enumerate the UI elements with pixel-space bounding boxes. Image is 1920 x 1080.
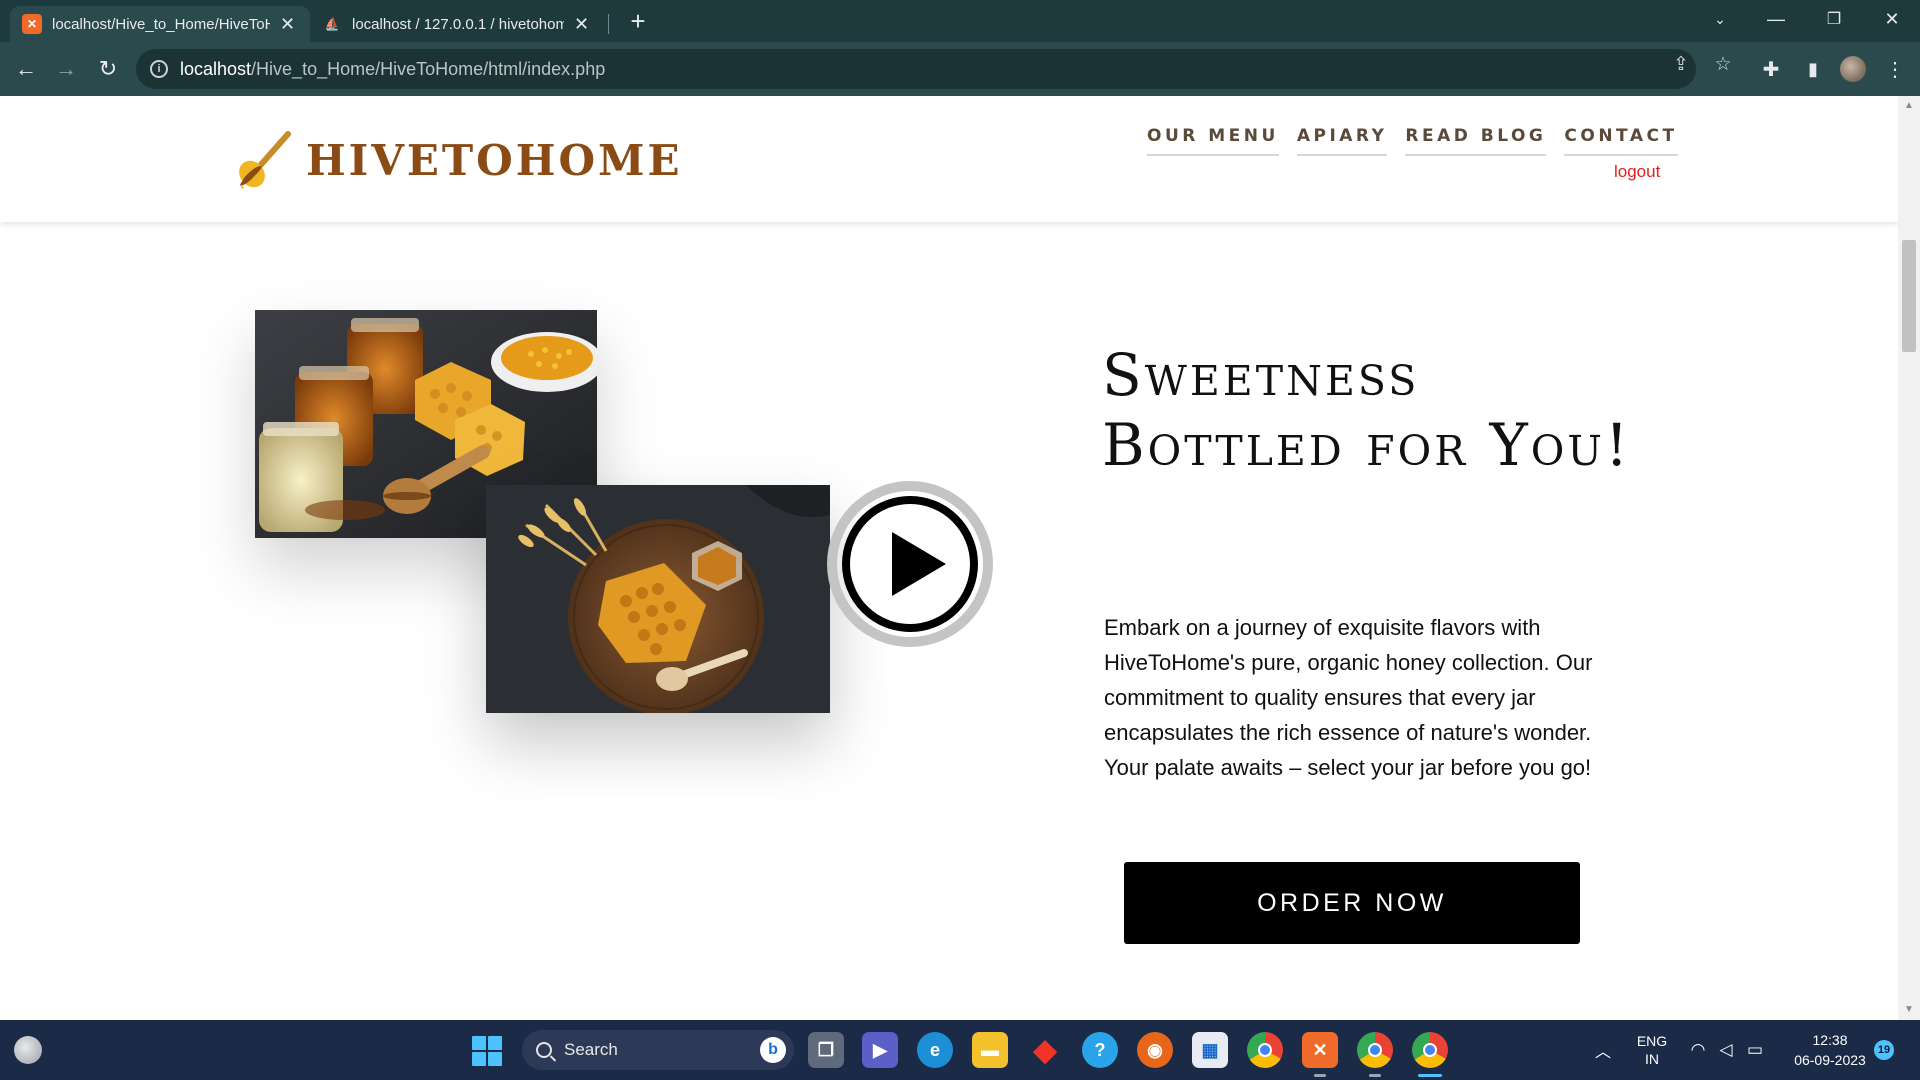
firefox-icon[interactable]: ◉: [1137, 1032, 1173, 1068]
reload-icon[interactable]: ↻: [94, 55, 122, 83]
nav-apiary[interactable]: APIARY: [1296, 126, 1388, 156]
address-bar[interactable]: i localhost/Hive_to_Home/HiveToHome/html…: [136, 49, 1696, 89]
helper-app-icon[interactable]: ?: [1082, 1032, 1118, 1068]
taskbar-clock[interactable]: 12:38 06-09-2023: [1780, 1030, 1880, 1070]
tab-phpmyadmin[interactable]: ⛵ localhost / 127.0.0.1 / hivetohome ✕: [310, 6, 606, 42]
volume-icon[interactable]: ◁: [1712, 1020, 1740, 1080]
search-icon: [536, 1042, 552, 1058]
language-indicator[interactable]: ENG IN: [1630, 1020, 1674, 1080]
teams-chat-icon[interactable]: ▶: [862, 1032, 898, 1068]
tab-title: localhost/Hive_to_Home/HiveToHome/html/i…: [52, 15, 270, 33]
xampp-icon: ✕: [22, 14, 42, 34]
app-running-indicator: [1369, 1074, 1381, 1077]
honey-dipper-logo-icon: [239, 131, 291, 189]
order-now-button[interactable]: ORDER NOW: [1124, 862, 1580, 944]
url-host: localhost: [180, 58, 252, 79]
edge-icon[interactable]: e: [917, 1032, 953, 1068]
clock-time: 12:38: [1812, 1032, 1848, 1048]
nav-our-menu[interactable]: OUR MENU: [1147, 126, 1279, 156]
app-running-indicator: [1314, 1074, 1326, 1077]
language-line1: ENG: [1636, 1033, 1668, 1049]
tab-search-icon[interactable]: ⌄: [1692, 0, 1748, 38]
chrome-icon[interactable]: [1247, 1032, 1283, 1068]
site-info-icon[interactable]: i: [150, 60, 168, 78]
nav-contact[interactable]: CONTACT: [1564, 126, 1678, 156]
play-video-icon[interactable]: [826, 480, 994, 648]
tab-hivetohome[interactable]: ✕ localhost/Hive_to_Home/HiveToHome/html…: [10, 6, 310, 42]
main-nav: OUR MENU APIARY READ BLOG CONTACT: [1147, 126, 1678, 156]
weather-icon[interactable]: [14, 1036, 42, 1064]
chrome-profile-icon[interactable]: [1357, 1032, 1393, 1068]
extensions-icon[interactable]: ✚: [1758, 56, 1784, 82]
browser-toolbar: ← → ↻ i localhost/Hive_to_Home/HiveToHom…: [0, 42, 1920, 96]
scroll-down-icon[interactable]: ▼: [1902, 1004, 1916, 1018]
honeycomb-board-image: [486, 485, 830, 713]
taskbar-search[interactable]: Search b: [522, 1030, 794, 1070]
xampp-icon[interactable]: ✕: [1302, 1032, 1338, 1068]
battery-icon[interactable]: ▭: [1740, 1020, 1770, 1080]
language-line2: IN: [1645, 1051, 1659, 1067]
start-icon[interactable]: [472, 1036, 502, 1066]
microsoft-store-icon[interactable]: ▦: [1192, 1032, 1228, 1068]
taskbar-search-label: Search: [564, 1040, 618, 1059]
app-active-indicator: [1418, 1074, 1442, 1077]
new-tab-button[interactable]: +: [622, 6, 654, 38]
page-viewport: HIVETOHOME OUR MENU APIARY READ BLOG CON…: [0, 96, 1898, 1020]
logout-link[interactable]: logout: [1614, 162, 1660, 182]
side-panel-icon[interactable]: ▮: [1800, 56, 1826, 82]
site-logo[interactable]: HIVETOHOME: [306, 136, 683, 185]
browser-tab-strip: ✕ localhost/Hive_to_Home/HiveToHome/html…: [0, 0, 1920, 42]
show-hidden-icons-icon[interactable]: ︿: [1588, 1020, 1618, 1080]
close-tab-icon[interactable]: ✕: [280, 14, 295, 35]
clock-date: 06-09-2023: [1794, 1052, 1866, 1068]
chrome-active-icon[interactable]: [1412, 1032, 1448, 1068]
share-icon[interactable]: ⇪: [1670, 53, 1692, 75]
site-header: HIVETOHOME OUR MENU APIARY READ BLOG CON…: [0, 96, 1898, 222]
bookmark-star-icon[interactable]: ☆: [1712, 53, 1734, 75]
file-explorer-icon[interactable]: ▬: [972, 1032, 1008, 1068]
notification-badge[interactable]: 19: [1874, 1040, 1894, 1060]
task-view-icon[interactable]: ❐: [808, 1032, 844, 1068]
browser-menu-icon[interactable]: ⋮: [1882, 56, 1908, 82]
hero-description: Embark on a journey of exquisite flavors…: [1104, 615, 1593, 780]
scroll-up-icon[interactable]: ▲: [1902, 100, 1916, 114]
hero-headline: Sweetness Bottled for You!: [1102, 341, 1632, 479]
page-scrollbar[interactable]: [1898, 96, 1920, 1020]
close-tab-icon[interactable]: ✕: [574, 14, 589, 35]
nav-read-blog[interactable]: READ BLOG: [1405, 126, 1547, 156]
back-icon[interactable]: ←: [12, 55, 40, 83]
app-red-diamond-icon[interactable]: ◆: [1027, 1032, 1063, 1068]
scrollbar-thumb[interactable]: [1902, 240, 1916, 352]
tab-title: localhost / 127.0.0.1 / hivetohome: [352, 15, 564, 33]
close-window-icon[interactable]: ✕: [1864, 0, 1920, 38]
windows-taskbar: Search b ❐ ▶ e ▬ ◆ ? ◉ ▦ ✕ ︿ ENG IN ◠ ◁ …: [0, 1020, 1920, 1080]
restore-icon[interactable]: ❐: [1806, 0, 1862, 38]
profile-avatar[interactable]: [1840, 56, 1866, 82]
url-path: /Hive_to_Home/HiveToHome/html/index.php: [251, 58, 606, 79]
minimize-icon[interactable]: —: [1748, 0, 1804, 38]
wifi-icon[interactable]: ◠: [1684, 1020, 1712, 1080]
phpmyadmin-icon: ⛵: [324, 17, 340, 31]
bing-icon[interactable]: b: [760, 1037, 786, 1063]
tab-separator: [608, 14, 609, 34]
forward-icon[interactable]: →: [52, 55, 80, 83]
